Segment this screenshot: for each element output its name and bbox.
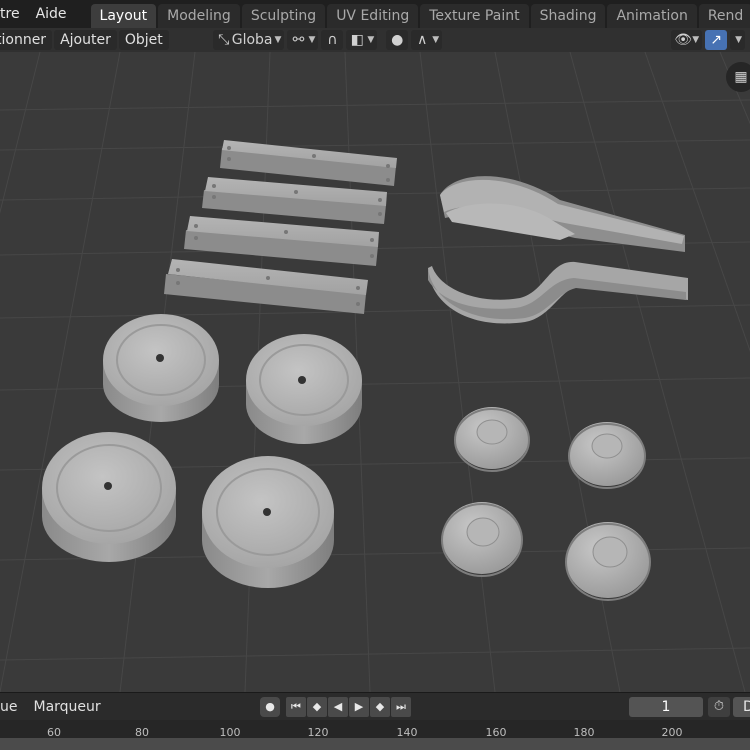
gizmo-toggle-icon: ↗	[710, 32, 722, 48]
wheel-disc-4	[202, 456, 334, 588]
jump-to-end-icon[interactable]: ⏭	[391, 697, 411, 717]
snap-target-icon: ◧	[350, 32, 364, 48]
tab-texture-paint[interactable]: Texture Paint	[420, 4, 529, 28]
snap-toggle[interactable]: ∩	[321, 30, 344, 50]
transform-orientation-icon: ⤡	[218, 32, 230, 48]
start-frame-field[interactable]: D	[733, 697, 750, 717]
top-menu-bar: tre Aide Layout Modeling Sculpting UV Ed…	[0, 0, 750, 28]
menu-marqueur[interactable]: Marqueur	[26, 699, 109, 715]
tab-modeling[interactable]: Modeling	[158, 4, 240, 28]
proportional-editing-icon: ●	[391, 32, 404, 48]
chevron-down-icon: ▼	[308, 35, 316, 45]
wheel-disc-2	[246, 334, 362, 444]
jump-keyframe-back-icon[interactable]: ◆	[307, 697, 327, 717]
plank-4	[164, 259, 368, 314]
chevron-down-icon: ▼	[735, 35, 743, 45]
gizmo-toggle[interactable]: ↗	[705, 30, 728, 50]
3d-viewport[interactable]: ▦	[0, 52, 750, 692]
timeline-header: ue Marqueur ● ⏮ ◆ ◀ ▶ ◆ ⏭ 1 ⏱ D	[0, 692, 750, 720]
viewport-scene	[0, 52, 750, 692]
knob-2	[568, 422, 646, 489]
menu-aide[interactable]: Aide	[28, 3, 75, 25]
plank-2	[202, 177, 387, 224]
menu-ajouter[interactable]: Ajouter	[54, 30, 117, 50]
snap-icon: ∩	[327, 32, 338, 48]
tab-shading[interactable]: Shading	[530, 4, 606, 28]
menu-vue[interactable]: ue	[0, 699, 26, 715]
timeline-scrollbar[interactable]	[0, 738, 750, 750]
jump-keyframe-forward-icon[interactable]: ◆	[370, 697, 390, 717]
tab-rendering[interactable]: Rend	[698, 4, 750, 28]
proportional-editing-toggle[interactable]: ●	[386, 30, 409, 50]
pivot-point-dropdown[interactable]: ⚯ ▼	[287, 30, 319, 50]
playback-controls: ● ⏮ ◆ ◀ ▶ ◆ ⏭	[260, 697, 412, 717]
snap-target-dropdown[interactable]: ◧ ▼	[346, 30, 378, 50]
tab-uv-editing[interactable]: UV Editing	[327, 4, 419, 28]
current-frame-field[interactable]: 1	[629, 697, 703, 717]
tab-animation[interactable]: Animation	[607, 4, 697, 28]
wheel-disc-3	[42, 432, 176, 562]
plank-3	[184, 216, 379, 266]
viewport-header: tionner Ajouter Objet ⤡ Globa ▼ ⚯ ▼ ∩ ◧ …	[0, 28, 750, 52]
plank-1	[220, 140, 397, 186]
falloff-dropdown[interactable]: ∧ ▼	[411, 30, 443, 50]
chevron-down-icon: ▼	[274, 35, 282, 45]
chevron-down-icon: ▼	[432, 35, 440, 45]
chevron-down-icon: ▼	[692, 35, 700, 45]
jump-to-start-icon[interactable]: ⏮	[286, 697, 306, 717]
chevron-down-icon: ▼	[367, 35, 375, 45]
record-icon[interactable]: ●	[260, 697, 280, 717]
knob-1	[454, 407, 530, 472]
clamp-lower	[428, 261, 688, 324]
grid-view-icon[interactable]: ▦	[726, 62, 750, 92]
play-icon[interactable]: ▶	[349, 697, 369, 717]
tab-sculpting[interactable]: Sculpting	[241, 4, 326, 28]
clamp-upper	[440, 176, 685, 252]
stopwatch-icon[interactable]: ⏱	[708, 697, 730, 717]
tab-layout[interactable]: Layout	[90, 4, 157, 28]
transform-orientation-dropdown[interactable]: ⤡ Globa ▼	[212, 30, 285, 50]
menu-fenetre[interactable]: tre	[0, 3, 28, 25]
visibility-eye-icon: 👁	[674, 32, 692, 48]
play-reverse-icon[interactable]: ◀	[328, 697, 348, 717]
orientation-label: Globa	[231, 32, 273, 48]
falloff-curve-icon: ∧	[417, 32, 428, 48]
visibility-dropdown[interactable]: 👁 ▼	[671, 30, 703, 50]
knob-4	[565, 522, 651, 601]
knob-3	[441, 502, 523, 577]
menu-objet[interactable]: Objet	[118, 30, 169, 50]
gizmo-dropdown[interactable]: ▼	[730, 30, 746, 50]
pivot-point-icon: ⚯	[292, 32, 305, 48]
menu-selectionner[interactable]: tionner	[0, 30, 53, 50]
workspace-tabs: Layout Modeling Sculpting UV Editing Tex…	[90, 0, 750, 28]
wheel-disc-1	[103, 314, 219, 422]
